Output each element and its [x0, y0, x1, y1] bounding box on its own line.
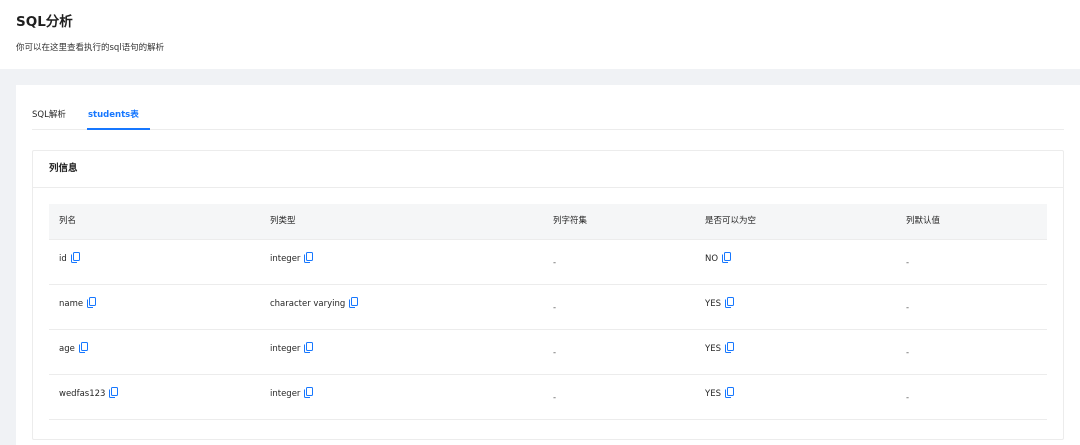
cell-default: - — [906, 303, 910, 313]
columns-table: 列名 列类型 列字符集 是否可以为空 列默认值 id integer - NO … — [49, 204, 1047, 420]
tab-bar: SQL解析 students表 — [32, 85, 1064, 130]
table-row: wedfas123 integer - YES - — [49, 375, 1047, 420]
cell-name: wedfas123 — [59, 387, 119, 400]
cell-name-text: id — [59, 254, 67, 264]
cell-charset: - — [553, 303, 557, 313]
cell-charset: - — [553, 393, 557, 403]
table-header: 列名 列类型 列字符集 是否可以为空 列默认值 — [49, 204, 1047, 240]
page-title: SQL分析 — [16, 14, 73, 30]
cell-default: - — [906, 348, 910, 358]
column-info-card: 列信息 列名 列类型 列字符集 是否可以为空 列默认值 id integer -… — [32, 150, 1064, 440]
cell-nullable: YES — [705, 342, 734, 355]
col-header-charset: 列字符集 — [553, 216, 588, 226]
cell-default: - — [906, 258, 910, 268]
cell-name-text: name — [59, 299, 84, 309]
cell-name: name — [59, 297, 97, 310]
cell-type: integer — [270, 252, 314, 265]
copy-icon[interactable] — [109, 387, 119, 398]
cell-nullable-text: YES — [705, 344, 721, 354]
table-row: name character varying - YES - — [49, 285, 1047, 330]
col-header-name: 列名 — [59, 216, 77, 226]
col-header-type: 列类型 — [270, 216, 296, 226]
card-header: 列信息 — [33, 151, 1063, 188]
active-tab-indicator — [87, 128, 150, 130]
copy-icon[interactable] — [724, 342, 734, 353]
cell-type: integer — [270, 342, 314, 355]
page-subtitle: 你可以在这里查看执行的sql语句的解析 — [16, 43, 165, 53]
copy-icon[interactable] — [304, 387, 314, 398]
cell-default: - — [906, 393, 910, 403]
main-panel: SQL解析 students表 列信息 列名 列类型 列字符集 是否可以为空 列… — [16, 85, 1080, 445]
copy-icon[interactable] — [304, 342, 314, 353]
col-header-nullable: 是否可以为空 — [705, 216, 757, 226]
cell-nullable-text: NO — [705, 254, 719, 264]
cell-name-text: wedfas123 — [59, 389, 106, 399]
col-header-default: 列默认值 — [906, 216, 941, 226]
tab-sql-analysis[interactable]: SQL解析 — [32, 109, 66, 121]
cell-charset: - — [553, 258, 557, 268]
copy-icon[interactable] — [349, 297, 359, 308]
cell-name-text: age — [59, 344, 75, 354]
copy-icon[interactable] — [70, 252, 80, 263]
cell-type-text: integer — [270, 389, 301, 399]
copy-icon[interactable] — [722, 252, 732, 263]
cell-nullable: YES — [705, 387, 734, 400]
cell-type-text: character varying — [270, 299, 346, 309]
copy-icon[interactable] — [724, 387, 734, 398]
copy-icon[interactable] — [87, 297, 97, 308]
page-header: SQL分析 你可以在这里查看执行的sql语句的解析 — [0, 0, 1080, 69]
cell-type: integer — [270, 387, 314, 400]
table-row: age integer - YES - — [49, 330, 1047, 375]
cell-name: id — [59, 252, 80, 265]
cell-type-text: integer — [270, 344, 301, 354]
cell-type: character varying — [270, 297, 359, 310]
cell-name: age — [59, 342, 88, 355]
cell-nullable-text: YES — [705, 299, 721, 309]
table-row: id integer - NO - — [49, 240, 1047, 285]
cell-nullable: NO — [705, 252, 732, 265]
cell-type-text: integer — [270, 254, 301, 264]
cell-nullable-text: YES — [705, 389, 721, 399]
tab-students-table[interactable]: students表 — [88, 109, 139, 121]
cell-charset: - — [553, 348, 557, 358]
copy-icon[interactable] — [304, 252, 314, 263]
card-title: 列信息 — [49, 163, 78, 174]
copy-icon[interactable] — [724, 297, 734, 308]
cell-nullable: YES — [705, 297, 734, 310]
copy-icon[interactable] — [78, 342, 88, 353]
